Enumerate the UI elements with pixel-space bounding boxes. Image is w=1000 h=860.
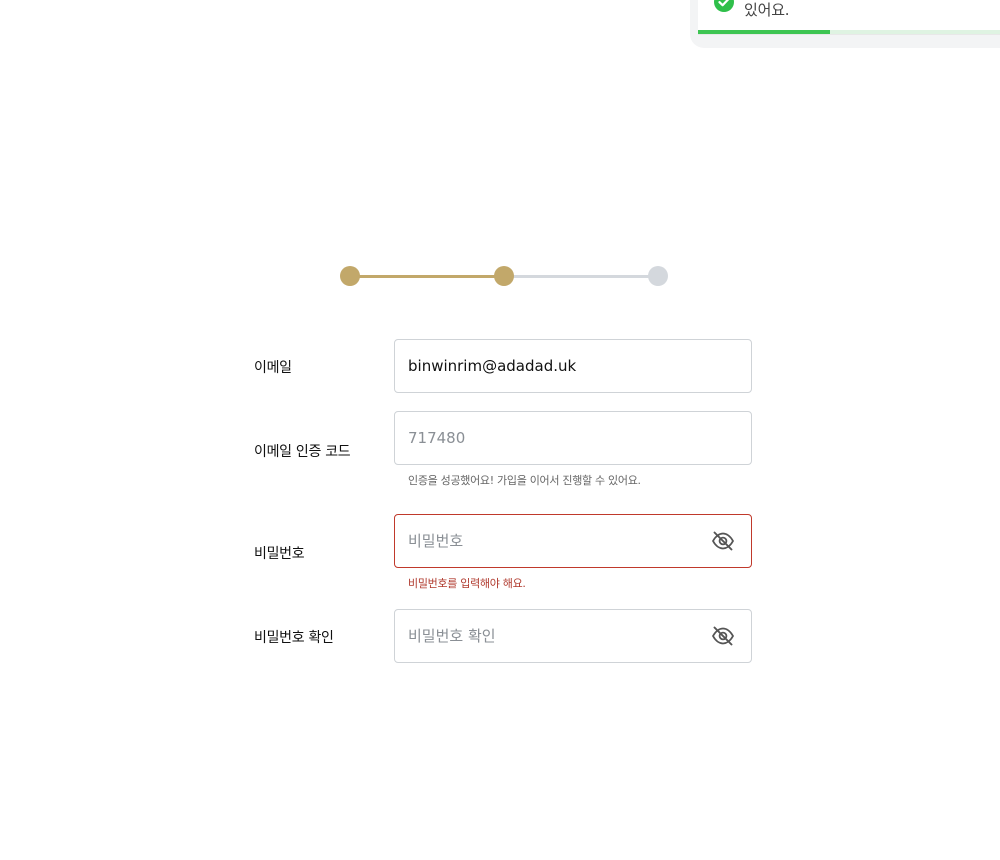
email-code-field-box bbox=[394, 411, 752, 465]
password-field-box bbox=[394, 514, 752, 568]
toast-notification: 있어요. bbox=[690, 0, 1000, 48]
toast-progress-fill bbox=[698, 30, 830, 34]
email-input[interactable] bbox=[408, 340, 698, 391]
email-code-label: 이메일 인증 코드 bbox=[254, 444, 351, 460]
password-confirm-label: 비밀번호 확인 bbox=[254, 630, 334, 646]
password-error-message: 비밀번호를 입력해야 해요. bbox=[408, 577, 526, 590]
check-circle-icon bbox=[714, 0, 734, 12]
password-input[interactable] bbox=[408, 515, 698, 566]
eye-off-icon[interactable] bbox=[711, 530, 735, 552]
step-2-dot bbox=[494, 266, 514, 286]
eye-off-icon[interactable] bbox=[711, 625, 735, 647]
step-1-dot bbox=[340, 266, 360, 286]
password-label: 비밀번호 bbox=[254, 546, 305, 562]
email-code-success-message: 인증을 성공했어요! 가입을 이어서 진행할 수 있어요. bbox=[408, 474, 641, 487]
email-field-box bbox=[394, 339, 752, 393]
toast-message: 있어요. bbox=[744, 1, 790, 19]
step-3-dot bbox=[648, 266, 668, 286]
signup-page: 있어요. 이메일 이메일 인증 코드 인증을 성공했어요! 가입을 이어서 진행… bbox=[0, 0, 1000, 860]
password-confirm-field-box bbox=[394, 609, 752, 663]
step-connector-complete bbox=[350, 275, 504, 278]
step-connector-pending bbox=[504, 275, 658, 278]
email-label: 이메일 bbox=[254, 360, 292, 376]
password-confirm-input[interactable] bbox=[408, 610, 698, 661]
email-code-input[interactable] bbox=[408, 412, 698, 463]
toast-progress-bar bbox=[698, 30, 1000, 34]
signup-stepper bbox=[340, 266, 668, 286]
